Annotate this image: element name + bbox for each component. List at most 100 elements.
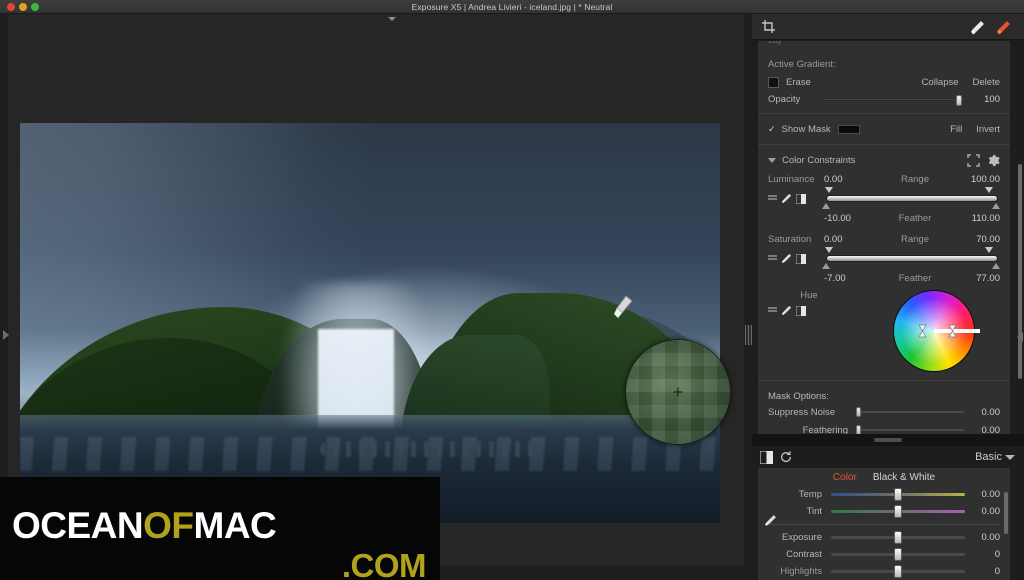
show-mask-row[interactable]: ✓ Show Mask Fill Invert <box>758 119 1010 139</box>
opacity-slider[interactable] <box>824 95 966 106</box>
saturation-feather-max-marker[interactable] <box>992 263 1001 269</box>
show-mask-checkbox[interactable]: ✓ <box>768 124 776 135</box>
saturation-range-max[interactable]: 70.00 <box>954 234 1000 245</box>
eyedropper-icon[interactable] <box>764 514 777 527</box>
color-bw-toggle[interactable]: Color Black & White <box>758 468 1010 486</box>
luminance-feather-max[interactable]: 110.00 <box>954 213 1000 224</box>
menu-icon[interactable] <box>768 306 777 315</box>
hue-handle-left[interactable] <box>918 324 927 338</box>
half-tone-icon[interactable] <box>796 193 806 204</box>
image-viewport[interactable]: OCEANOFMAC .COM <box>0 14 752 580</box>
exposure-knob[interactable] <box>894 531 902 544</box>
invert-button[interactable]: Invert <box>976 124 1000 135</box>
eyedropper-icon[interactable] <box>781 305 792 316</box>
fill-button[interactable]: Fill <box>950 124 962 135</box>
suppress-noise-knob[interactable] <box>856 407 861 417</box>
feathering-knob[interactable] <box>856 425 861 434</box>
chevron-down-icon[interactable] <box>768 157 776 163</box>
photo-iceland[interactable] <box>20 123 720 523</box>
menu-icon[interactable] <box>768 254 777 263</box>
left-panel-expander-arrow[interactable] <box>3 330 9 340</box>
exposure-x5-window: Exposure X5 | Andrea Livieri - iceland.j… <box>0 0 1024 580</box>
brush-tool-active-icon[interactable] <box>996 19 1012 35</box>
panel-scrollbar[interactable] <box>1018 164 1022 379</box>
refresh-icon[interactable] <box>779 450 793 464</box>
highlights-knob[interactable] <box>894 565 902 578</box>
magnifier-loupe[interactable] <box>625 339 731 445</box>
eyedropper-icon[interactable] <box>781 253 792 264</box>
luminance-range-min-marker[interactable] <box>825 187 834 193</box>
exposure-slider[interactable] <box>831 531 965 544</box>
highlights-slider[interactable] <box>831 565 965 578</box>
gear-icon[interactable] <box>987 154 1000 167</box>
contrast-slider[interactable] <box>831 548 965 561</box>
hue-handle-right[interactable] <box>948 324 957 338</box>
vertical-drag-handle[interactable] <box>745 325 752 345</box>
hue-icons[interactable] <box>768 305 868 316</box>
exposure-row[interactable]: Exposure 0.00 <box>758 529 1010 546</box>
eyedropper-icon[interactable] <box>781 193 792 204</box>
half-tone-icon[interactable] <box>796 253 806 264</box>
erase-label[interactable]: Erase <box>786 77 811 88</box>
luminance-range-max-marker[interactable] <box>985 187 994 193</box>
brush-tool-icon[interactable] <box>970 19 986 35</box>
chevron-down-icon[interactable] <box>1005 455 1015 460</box>
temp-knob[interactable] <box>894 488 902 501</box>
luminance-icons[interactable] <box>768 187 824 204</box>
luminance-feather-max-marker[interactable] <box>992 203 1001 209</box>
hue-color-wheel[interactable] <box>893 290 980 372</box>
luminance-feather-min[interactable]: -10.00 <box>824 213 876 224</box>
erase-swatch[interactable] <box>768 77 779 88</box>
contrast-knob[interactable] <box>894 548 902 561</box>
collapse-button[interactable]: Collapse <box>922 77 959 88</box>
gradient-panel-scroll[interactable]: Lay Active Gradient: Erase Collapse Dele… <box>758 41 1010 434</box>
tint-knob[interactable] <box>894 505 902 518</box>
saturation-feather-max[interactable]: 77.00 <box>954 273 1000 284</box>
luminance-range-max[interactable]: 100.00 <box>954 174 1000 185</box>
delete-button[interactable]: Delete <box>973 77 1000 88</box>
watermark-line-1: OCEANOFMAC <box>12 505 277 547</box>
watermark-mac: MAC <box>193 505 277 546</box>
color-constraints-title: Color Constraints <box>782 154 856 166</box>
saturation-feather-min[interactable]: -7.00 <box>824 273 876 284</box>
saturation-range-max-marker[interactable] <box>985 247 994 253</box>
tint-row[interactable]: Tint 0.00 <box>758 503 1010 520</box>
color-constraints-header[interactable]: Color Constraints <box>758 150 1010 170</box>
tab-color[interactable]: Color <box>833 472 857 483</box>
luminance-feather-min-marker[interactable] <box>822 203 830 209</box>
channel-saturation: Saturation 0.00 Range 70.00 -7.00 Feathe… <box>758 230 1010 284</box>
expand-icon[interactable] <box>967 153 980 167</box>
feathering-row[interactable]: Feathering 0.00 <box>758 421 1010 434</box>
basic-panel-scrollbar[interactable] <box>1004 492 1008 534</box>
horizontal-drag-handle[interactable] <box>874 438 902 442</box>
panel-splitter[interactable] <box>752 434 1024 446</box>
saturation-icons[interactable] <box>768 247 824 264</box>
temp-row[interactable]: Temp 0.00 <box>758 486 1010 503</box>
saturation-feather-min-marker[interactable] <box>822 263 830 269</box>
half-tone-icon[interactable] <box>796 305 806 316</box>
right-panel-expander-arrow[interactable] <box>1017 332 1023 342</box>
highlights-row[interactable]: Highlights 0 <box>758 563 1010 580</box>
half-tone-icon[interactable] <box>760 450 773 464</box>
saturation-range-min-marker[interactable] <box>825 247 834 253</box>
suppress-noise-slider[interactable] <box>856 407 964 417</box>
suppress-noise-row[interactable]: Suppress Noise 0.00 <box>758 403 1010 421</box>
chevron-down-icon[interactable] <box>388 17 396 21</box>
tab-black-and-white[interactable]: Black & White <box>873 472 935 483</box>
menu-icon[interactable] <box>768 194 777 203</box>
opacity-slider-knob[interactable] <box>956 95 963 106</box>
tint-slider[interactable] <box>831 505 965 518</box>
divider <box>758 380 1010 381</box>
temp-slider[interactable] <box>831 488 965 501</box>
crop-tool-icon[interactable] <box>761 19 776 34</box>
luminance-range-min[interactable]: 0.00 <box>824 174 876 185</box>
luminance-range-bar[interactable] <box>826 195 998 202</box>
opacity-row[interactable]: Opacity 100 <box>768 91 1000 108</box>
mask-color-swatch[interactable] <box>837 124 860 134</box>
feathering-slider[interactable] <box>856 425 964 434</box>
saturation-range-bar[interactable] <box>826 255 998 262</box>
basic-panel-body[interactable]: Color Black & White Temp 0.00 Tint 0.00 <box>758 468 1010 580</box>
contrast-row[interactable]: Contrast 0 <box>758 546 1010 563</box>
basic-panel-title[interactable]: Basic <box>975 451 1002 463</box>
saturation-range-min[interactable]: 0.00 <box>824 234 876 245</box>
